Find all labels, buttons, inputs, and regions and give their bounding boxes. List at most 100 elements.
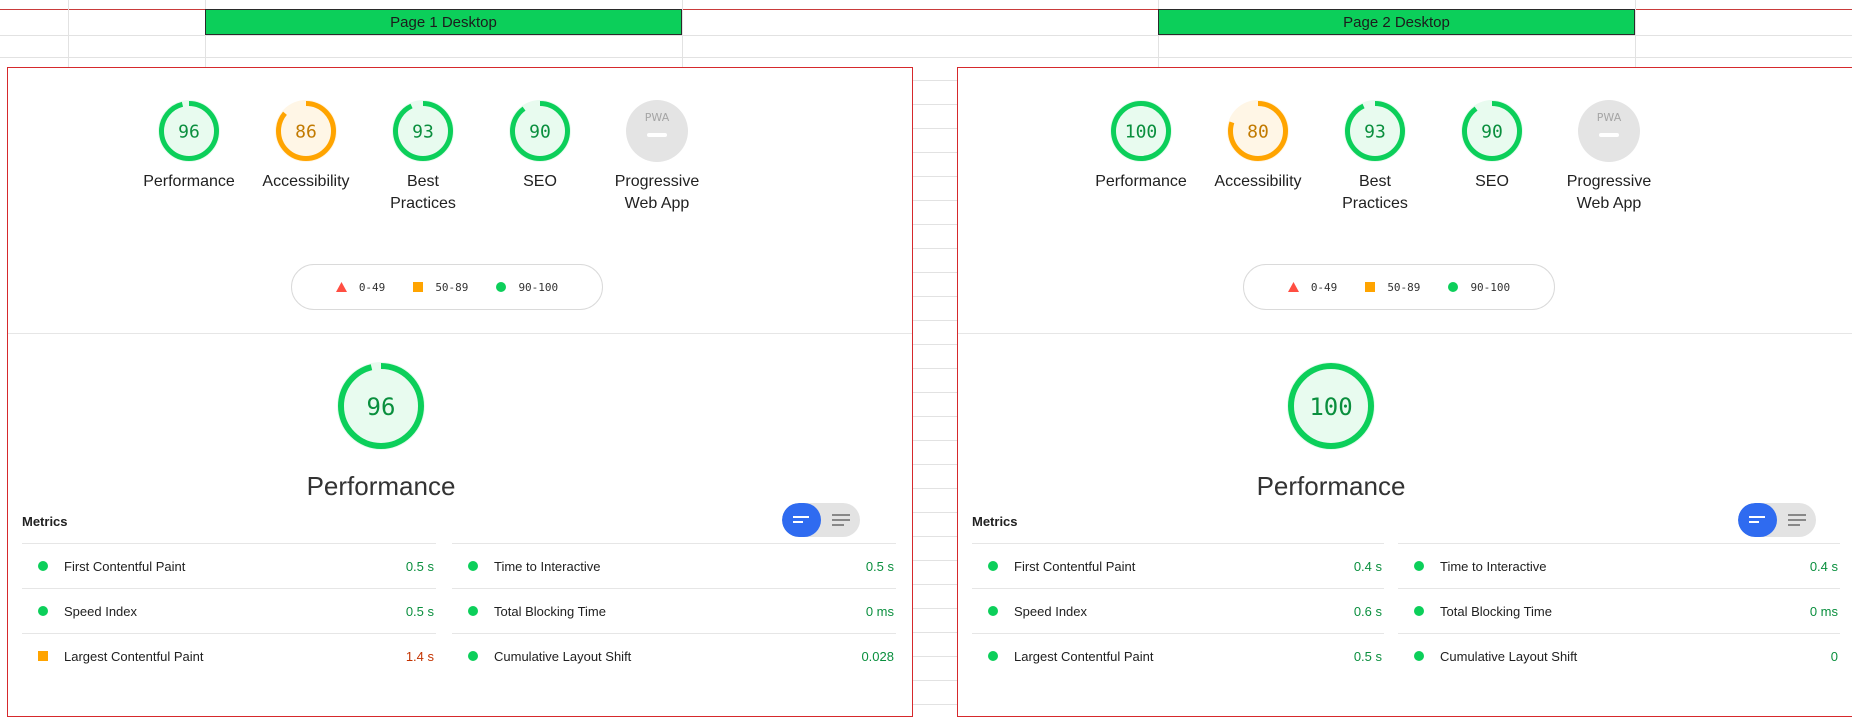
pass-circle-icon — [468, 561, 478, 571]
page-1-header-cell[interactable]: Page 1 Desktop — [205, 9, 682, 35]
score-text: 86 — [295, 121, 317, 142]
section-divider — [8, 333, 912, 334]
pwa-gauge-icon: PWA — [1578, 100, 1640, 162]
performance-score-text: 100 — [1309, 393, 1352, 421]
category-gauge-seo[interactable]: 90 SEO — [485, 98, 595, 193]
metric-row: Cumulative Layout Shift 0 — [1398, 633, 1840, 678]
pass-circle-icon — [1414, 606, 1424, 616]
grid-row-line — [913, 152, 957, 153]
pass-circle-icon — [38, 561, 48, 571]
triangle-icon — [1287, 282, 1299, 292]
grid-row-line — [913, 248, 957, 249]
category-gauge-accessibility[interactable]: 80 Accessibility — [1203, 98, 1313, 193]
metric-row: Time to Interactive 0.5 s — [452, 543, 896, 588]
grid-row-line — [0, 57, 1852, 58]
metric-value: 1.4 s — [405, 648, 434, 664]
triangle-icon — [335, 282, 347, 292]
category-label-line: Web App — [624, 195, 690, 212]
legend-range-text: 0-49 — [358, 280, 386, 294]
metric-name: Largest Contentful Paint — [1014, 648, 1154, 664]
legend-good: 90-100 — [1448, 281, 1510, 294]
score-gauge: 93 — [1344, 100, 1406, 162]
grid-row-line — [913, 608, 957, 609]
grid-row-line — [913, 656, 957, 657]
score-text: 90 — [529, 121, 551, 142]
metric-name: First Contentful Paint — [1014, 558, 1136, 574]
average-square-icon — [38, 651, 48, 661]
metric-value: 0.4 s — [1809, 558, 1838, 574]
compact-view-button[interactable] — [782, 503, 821, 537]
category-gauge-seo[interactable]: 90 SEO — [1437, 98, 1547, 193]
metric-value: 0.5 s — [405, 603, 434, 619]
category-label-line: Practices — [390, 195, 456, 212]
category-label-line: Performance — [1095, 173, 1187, 190]
metric-value: 0.5 s — [865, 558, 894, 574]
grid-row-line — [913, 224, 957, 225]
metric-row: Largest Contentful Paint 0.5 s — [972, 633, 1384, 678]
grid-col-line — [1635, 0, 1636, 67]
score-gauge: 90 — [509, 100, 571, 162]
page-2-header-cell[interactable]: Page 2 Desktop — [1158, 9, 1635, 35]
metric-name: Cumulative Layout Shift — [1440, 648, 1578, 664]
metric-row: Largest Contentful Paint 1.4 s — [22, 633, 436, 678]
category-label: Best Practices — [368, 171, 478, 215]
metric-row: Speed Index 0.6 s — [972, 588, 1384, 633]
metric-name: First Contentful Paint — [64, 558, 186, 574]
metrics-right-column: Time to Interactive 0.5 s Total Blocking T… — [452, 543, 896, 678]
score-gauge: 86 — [275, 100, 337, 162]
category-label-line: Web App — [1576, 195, 1642, 212]
category-gauge-progressive[interactable]: PWA Progressive Web App — [1554, 98, 1664, 215]
category-label: Performance — [1086, 171, 1196, 193]
grid-row-line — [913, 704, 957, 705]
metric-value: 0.5 s — [405, 558, 434, 574]
compact-view-button[interactable] — [1738, 503, 1777, 537]
metric-row: Speed Index 0.5 s — [22, 588, 436, 633]
metrics-left-column: First Contentful Paint 0.4 s Speed Index 0.… — [972, 543, 1384, 678]
pwa-text: PWA — [645, 111, 670, 124]
grid-row-line — [913, 536, 957, 537]
score-legend: 0-49 50-89 90-100 — [1243, 264, 1555, 310]
category-gauge-progressive[interactable]: PWA Progressive Web App — [602, 98, 712, 215]
legend-poor: 0-49 — [1287, 281, 1337, 294]
category-gauge-accessibility[interactable]: 86 Accessibility — [251, 98, 361, 193]
grid-row-line — [913, 440, 957, 441]
metrics-view-toggle[interactable] — [1738, 503, 1816, 537]
category-label-line: Progressive — [614, 173, 700, 190]
metrics-view-toggle[interactable] — [782, 503, 860, 537]
category-gauge-performance[interactable]: 100 Performance — [1086, 98, 1196, 193]
metric-value: 0.5 s — [1353, 648, 1382, 664]
score-legend: 0-49 50-89 90-100 — [291, 264, 603, 310]
category-label: SEO — [485, 171, 595, 193]
category-label-line: SEO — [523, 173, 557, 190]
grid-row-line — [913, 320, 957, 321]
metric-name: Time to Interactive — [1440, 558, 1547, 574]
score-gauge: 80 — [1227, 100, 1289, 162]
metric-value: 0 ms — [865, 603, 894, 619]
pwa-text: PWA — [1597, 111, 1622, 124]
metrics-left-column: First Contentful Paint 0.5 s Speed Index 0.… — [22, 543, 436, 678]
category-gauge-best[interactable]: 93 Best Practices — [368, 98, 478, 215]
pass-circle-icon — [38, 606, 48, 616]
category-label-line: Performance — [143, 173, 235, 190]
pwa-gauge-icon: PWA — [626, 100, 688, 162]
expanded-view-button[interactable] — [1777, 503, 1816, 537]
score-gauge: 90 — [1461, 100, 1523, 162]
grid-row-line — [913, 464, 957, 465]
metric-name: Total Blocking Time — [1440, 603, 1552, 619]
category-label: Progressive Web App — [1554, 171, 1664, 215]
expanded-view-button[interactable] — [821, 503, 860, 537]
lines-expanded-icon — [831, 514, 850, 526]
legend-poor: 0-49 — [335, 280, 386, 294]
score-text: 96 — [178, 121, 200, 142]
metric-name: Speed Index — [1014, 603, 1088, 619]
legend-range-text: 50-89 — [435, 280, 469, 294]
metric-row: Cumulative Layout Shift 0.028 — [452, 633, 896, 678]
legend-range-text: 90-100 — [518, 280, 559, 294]
metric-value: 0 — [1830, 648, 1838, 664]
category-gauge-performance[interactable]: 96 Performance — [134, 98, 244, 193]
score-gauge: 96 — [158, 100, 220, 162]
grid-col-line — [682, 0, 683, 67]
category-gauge-best[interactable]: 93 Best Practices — [1320, 98, 1430, 215]
category-label-line: Practices — [1342, 195, 1408, 212]
grid-row-line — [913, 200, 957, 201]
